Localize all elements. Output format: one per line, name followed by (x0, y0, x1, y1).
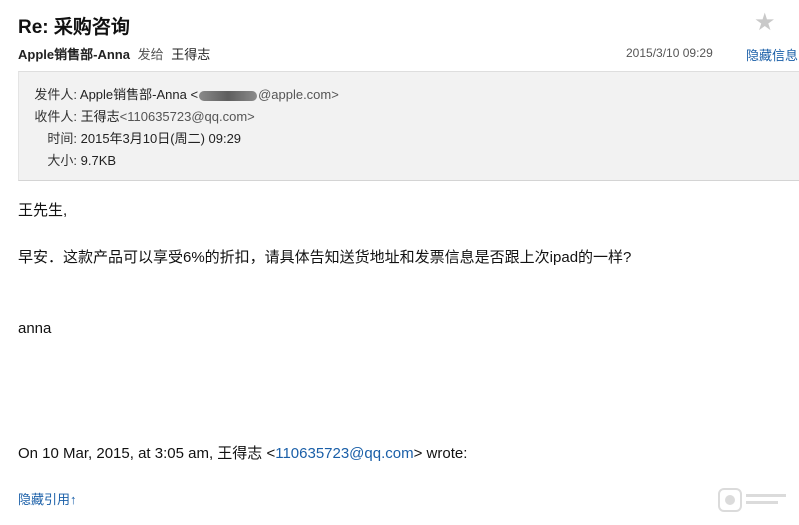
quote-header: On 10 Mar, 2015, at 3:05 am, 王得志 <110635… (18, 442, 467, 463)
recipient-name[interactable]: 王得志 (171, 47, 210, 62)
sent-to-verb: 发给 (137, 47, 164, 62)
body-paragraph: 早安．这款产品可以享受6%的折扣，请具体告知送货地址和发票信息是否跟上次ipad… (18, 249, 632, 266)
email-details-panel: 发件人: Apple销售部-Anna < @apple.com> 收件人: 王得志… (18, 71, 799, 181)
time-label: 时间: (47, 131, 77, 146)
hide-quote-link[interactable]: 隐藏引用↑ (18, 489, 77, 508)
from-name: Apple销售部-Anna < (79, 87, 199, 102)
watermark-logo (718, 488, 786, 512)
time-row: 时间: 2015年3月10日(周二) 09:29 (19, 128, 241, 147)
signature: anna (18, 320, 52, 337)
email-subject: Re: 采购咨询 (18, 17, 130, 38)
hide-info-link[interactable]: 隐藏信息 (746, 45, 798, 64)
quote-prefix: On 10 Mar, 2015, at 3:05 am, 王得志 < (18, 445, 276, 462)
quote-suffix: > wrote: (413, 445, 468, 462)
to-email: <110635723@qq.com> (119, 109, 255, 124)
sender-line: Apple销售部-Anna 发给 王得志 (18, 44, 210, 63)
size-label: 大小: (47, 153, 77, 168)
greeting: 王先生, (18, 202, 68, 219)
star-icon[interactable]: ★ (754, 8, 776, 37)
sender-name[interactable]: Apple销售部-Anna (18, 47, 130, 62)
to-name: 王得志 (80, 109, 120, 124)
time-value: 2015年3月10日(周二) 09:29 (80, 131, 242, 146)
size-value: 9.7KB (80, 153, 117, 168)
from-row: 发件人: Apple销售部-Anna < @apple.com> (19, 84, 339, 103)
size-row: 大小: 9.7KB (19, 150, 116, 169)
email-date: 2015/3/10 09:29 (626, 46, 713, 60)
from-domain: @apple.com> (258, 87, 339, 102)
redacted-email-mask (199, 90, 258, 101)
from-label: 发件人: (34, 87, 77, 102)
to-row: 收件人: 王得志<110635723@qq.com> (19, 106, 255, 125)
quote-email-link[interactable]: 110635723@qq.com (275, 445, 413, 462)
email-view: Re: 采购咨询 ★ Apple销售部-Anna 发给 王得志 2015/3/1… (0, 0, 799, 525)
to-label: 收件人: (34, 109, 77, 124)
